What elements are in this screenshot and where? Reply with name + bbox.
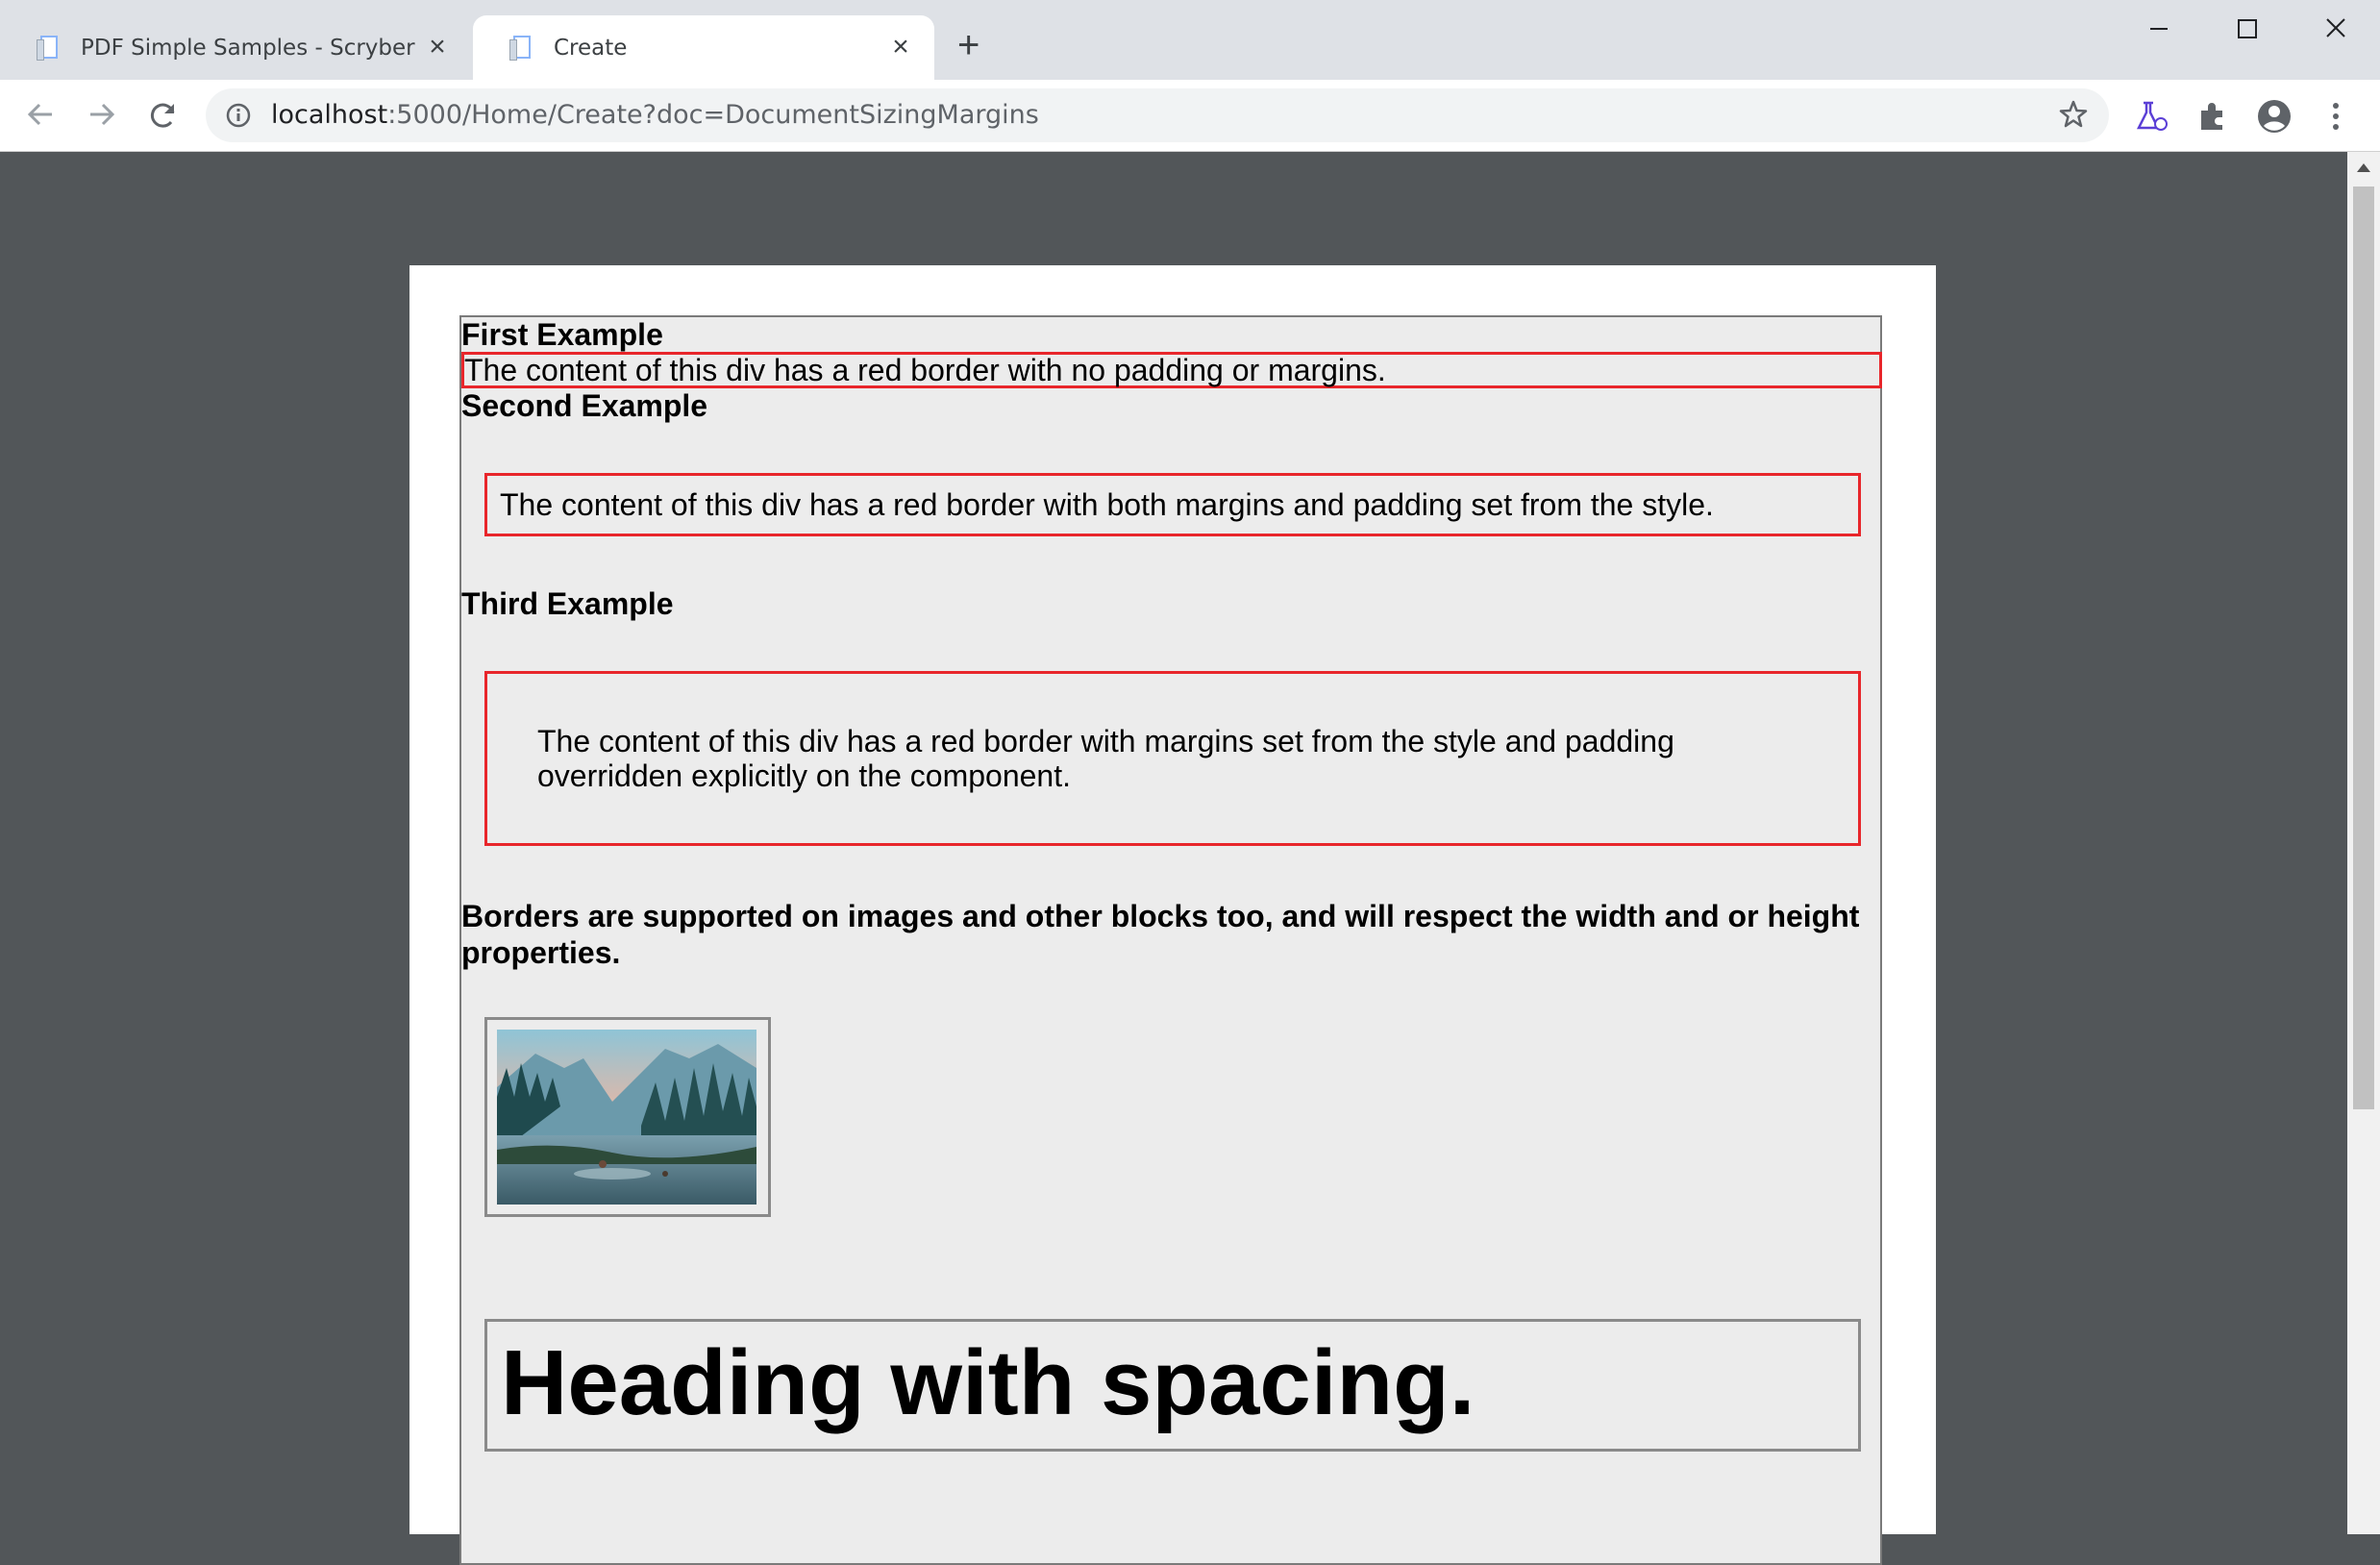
url-host: localhost — [271, 100, 388, 130]
tab-title: Create — [554, 35, 628, 61]
tab-strip: PDF Simple Samples - Scryber × Create × … — [0, 0, 2380, 80]
tab-title: PDF Simple Samples - Scryber — [81, 35, 415, 61]
url-text[interactable]: localhost:5000/Home/Create?doc=DocumentS… — [271, 100, 1039, 130]
second-example-box: The content of this div has a red border… — [484, 473, 1861, 536]
browser-toolbar: localhost:5000/Home/Create?doc=DocumentS… — [0, 80, 2380, 152]
page-content-block: First Example The content of this div ha… — [459, 315, 1882, 1565]
back-icon[interactable] — [19, 93, 62, 136]
maximize-icon[interactable] — [2228, 8, 2267, 54]
star-icon[interactable] — [2057, 98, 2090, 131]
document-favicon-icon — [509, 34, 534, 62]
new-tab-button[interactable]: + — [957, 26, 979, 64]
reload-icon[interactable] — [142, 93, 185, 136]
scrollbar-thumb[interactable] — [2353, 186, 2374, 1109]
forward-icon[interactable] — [81, 93, 123, 136]
url-path: :5000/Home/Create?doc=DocumentSizingMarg… — [387, 100, 1039, 130]
second-example-heading: Second Example — [461, 388, 708, 423]
third-example-box: The content of this div has a red border… — [484, 671, 1861, 846]
extensions-icon[interactable] — [2194, 97, 2232, 136]
third-example-heading: Third Example — [461, 586, 674, 621]
tab-create[interactable]: Create × — [473, 15, 934, 80]
scroll-up-icon[interactable] — [2357, 163, 2370, 172]
first-example-text: The content of this div has a red border… — [464, 353, 1386, 387]
borders-description-line1: Borders are supported on images and othe… — [461, 899, 1860, 933]
pdf-page: First Example The content of this div ha… — [409, 265, 1936, 1565]
landscape-image — [497, 1030, 756, 1205]
close-tab-icon[interactable]: × — [423, 33, 452, 62]
minimize-icon[interactable] — [2140, 8, 2178, 54]
profile-icon[interactable] — [2255, 97, 2293, 136]
labs-icon[interactable] — [2132, 97, 2170, 136]
borders-description-line2: properties. — [461, 935, 621, 970]
document-favicon-icon — [37, 34, 62, 62]
close-tab-icon[interactable]: × — [886, 33, 915, 62]
first-example-box: The content of this div has a red border… — [461, 352, 1882, 388]
close-window-icon[interactable] — [2317, 8, 2355, 54]
vertical-scrollbar[interactable] — [2347, 152, 2380, 1534]
second-example-text: The content of this div has a red border… — [500, 487, 1714, 522]
info-icon[interactable] — [225, 102, 252, 129]
image-border-box — [484, 1017, 771, 1217]
borders-description: Borders are supported on images and othe… — [461, 898, 1859, 971]
first-example-heading: First Example — [461, 317, 663, 352]
third-example-text-line1: The content of this div has a red border… — [537, 724, 1674, 758]
heading-with-spacing-box: Heading with spacing. — [484, 1319, 1861, 1452]
tab-pdf-simple-samples[interactable]: PDF Simple Samples - Scryber × — [0, 15, 471, 80]
address-bar[interactable]: localhost:5000/Home/Create?doc=DocumentS… — [206, 88, 2109, 142]
third-example-text-line2: overridden explicitly on the component. — [537, 758, 1071, 793]
big-heading: Heading with spacing. — [501, 1331, 1475, 1434]
menu-icon[interactable] — [2317, 97, 2355, 136]
